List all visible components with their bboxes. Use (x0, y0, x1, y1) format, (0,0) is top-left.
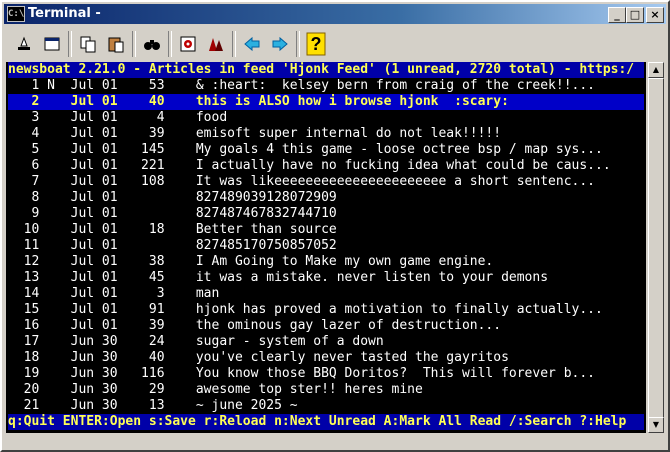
article-row[interactable]: 2 Jul 01 40 this is ALSO how i browse hj… (8, 94, 644, 110)
settings-icon[interactable] (174, 30, 202, 58)
article-row[interactable]: 12 Jul 01 38 I Am Going to Make my own g… (8, 254, 494, 270)
vertical-scrollbar[interactable]: ▲ ▼ (648, 62, 664, 433)
article-row[interactable]: 21 Jun 30 13 ~ june 2025 ~ (8, 398, 298, 414)
terminal-app-icon[interactable]: C:\ (7, 6, 25, 22)
article-row[interactable]: 16 Jul 01 39 the ominous gay lazer of de… (8, 318, 501, 334)
terminal-window: C:\ Terminal - _ □ × ? newsboat 2.21.0 -… (0, 0, 670, 452)
toolbar: ? (6, 26, 664, 62)
svg-text:?: ? (311, 34, 322, 54)
article-row[interactable]: 18 Jun 30 40 you've clearly never tasted… (8, 350, 509, 366)
feed-header: newsboat 2.21.0 - Articles in feed 'Hjon… (8, 62, 644, 78)
scroll-down-button[interactable]: ▼ (648, 417, 664, 433)
article-row[interactable]: 3 Jul 01 4 food (8, 110, 227, 126)
scroll-right-icon[interactable] (266, 30, 294, 58)
article-row[interactable]: 20 Jun 30 29 awesome top ster!! heres mi… (8, 382, 423, 398)
article-row[interactable]: 8 Jul 01 827489039128072909 (8, 190, 336, 206)
copy-icon[interactable] (74, 30, 102, 58)
article-row[interactable]: 10 Jul 01 18 Better than source (8, 222, 337, 238)
article-row[interactable]: 19 Jun 30 116 You know those BBQ Doritos… (8, 366, 595, 382)
keybinding-help-bar: q:Quit ENTER:Open s:Save r:Reload n:Next… (8, 414, 644, 430)
article-row[interactable]: 15 Jul 01 91 hjonk has proved a motivati… (8, 302, 603, 318)
article-row[interactable]: 4 Jul 01 39 emisoft super internal do no… (8, 126, 501, 142)
title-bar[interactable]: C:\ Terminal - _ □ × (4, 4, 666, 24)
window-title: Terminal - (28, 6, 101, 21)
scrollbar-thumb[interactable] (648, 78, 664, 419)
scroll-left-icon[interactable] (238, 30, 266, 58)
find-icon[interactable] (138, 30, 166, 58)
maximize-button[interactable]: □ (626, 7, 644, 23)
article-row[interactable]: 13 Jul 01 45 it was a mistake. never lis… (8, 270, 548, 286)
paste-icon[interactable] (102, 30, 130, 58)
article-row[interactable]: 6 Jul 01 221 I actually have no fucking … (8, 158, 610, 174)
article-row[interactable]: 11 Jul 01 827485170750857052 (8, 238, 337, 254)
mark-icon[interactable] (10, 30, 38, 58)
scroll-up-button[interactable]: ▲ (648, 62, 664, 78)
fullscreen-icon[interactable] (38, 30, 66, 58)
article-row[interactable]: 7 Jul 01 108 It was likeeeeeeeeeeeeeeeee… (8, 174, 595, 190)
terminal-screen[interactable]: newsboat 2.21.0 - Articles in feed 'Hjon… (6, 62, 646, 433)
status-strip (6, 434, 664, 448)
minimize-button[interactable]: _ (608, 7, 626, 23)
font-icon[interactable] (202, 30, 230, 58)
help-icon[interactable]: ? (302, 30, 330, 58)
close-button[interactable]: × (646, 7, 664, 23)
article-row[interactable]: 5 Jul 01 145 My goals 4 this game - loos… (8, 142, 602, 158)
article-row[interactable]: 9 Jul 01 827487467832744710 (8, 206, 336, 222)
article-row[interactable]: 14 Jul 01 3 man (8, 286, 220, 302)
article-row[interactable]: 1 N Jul 01 53 & :heart: kelsey bern from… (8, 78, 595, 94)
article-row[interactable]: 17 Jun 30 24 sugar - system of a down (8, 334, 384, 350)
